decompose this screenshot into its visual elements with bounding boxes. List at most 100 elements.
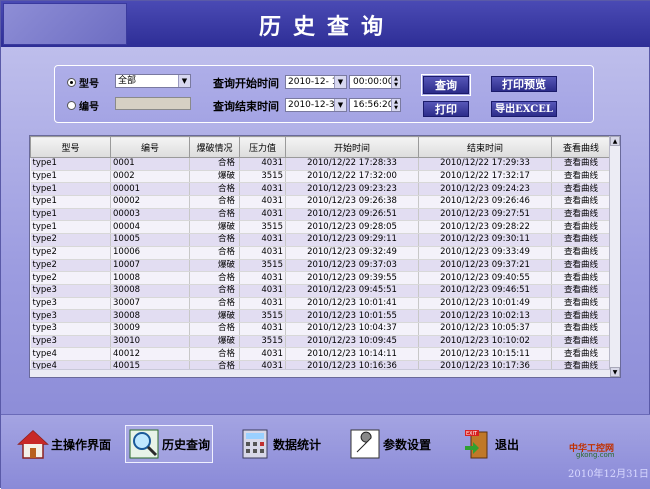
table-cell: 00003 xyxy=(110,208,190,222)
table-row[interactable]: type4 40012 合格 4031 2010/12/23 10:14:11 2010/… xyxy=(30,347,611,361)
start-time-spinner[interactable]: 00:00:00 ▲ ▼ xyxy=(349,75,401,89)
view-curve-link[interactable]: 查看曲线 xyxy=(551,182,611,197)
scroll-down-icon[interactable]: ▼ xyxy=(610,367,620,377)
view-curve-link[interactable]: 查看曲线 xyxy=(551,335,611,349)
view-curve-link[interactable]: 查看曲线 xyxy=(551,309,611,323)
table-cell: 4031 xyxy=(239,182,286,197)
table-row[interactable]: type2 10005 合格 4031 2010/12/23 09:29:11 2010/… xyxy=(30,233,611,247)
table-row[interactable]: type3 30009 合格 4031 2010/12/23 10:04:37 2010/… xyxy=(30,322,611,336)
column-header[interactable]: 型号 xyxy=(30,136,111,158)
nav-params[interactable]: 参数设置 xyxy=(349,428,431,460)
column-header[interactable]: 开始时间 xyxy=(285,136,419,158)
nav-home[interactable]: 主操作界面 xyxy=(17,428,111,460)
view-curve-link[interactable]: 查看曲线 xyxy=(551,322,611,336)
table-cell: 2010/12/23 10:01:49 xyxy=(418,297,552,311)
column-header[interactable]: 爆破情况 xyxy=(189,136,240,158)
view-curve-link[interactable]: 查看曲线 xyxy=(551,297,611,311)
view-curve-link[interactable]: 查看曲线 xyxy=(551,246,611,260)
radio-number-label: 编号 xyxy=(79,102,99,113)
table-row[interactable]: type1 00004 爆破 3515 2010/12/23 09:28:05 2010/… xyxy=(30,220,611,235)
table-cell: 0001 xyxy=(110,157,190,171)
column-header[interactable]: 压力值 xyxy=(239,136,286,158)
chevron-down-icon[interactable]: ▼ xyxy=(334,76,346,88)
radio-model[interactable]: 型号 xyxy=(67,75,99,90)
horizontal-scrollbar[interactable] xyxy=(30,369,610,377)
radio-number-dot[interactable] xyxy=(67,101,76,110)
view-curve-link[interactable]: 查看曲线 xyxy=(551,271,611,285)
start-date-picker[interactable]: 2010-12- 1 ▼ xyxy=(285,75,347,89)
table-cell: 40012 xyxy=(110,347,190,361)
model-select-value: 全部 xyxy=(118,76,137,86)
table-cell: 30008 xyxy=(110,309,190,323)
chevron-down-icon[interactable]: ▼ xyxy=(178,75,190,87)
data-grid: 型号 编号 爆破情况 压力值 开始时间 结束时间 查看曲线 type1 0001 合格 4031 2… xyxy=(30,136,611,374)
radio-number[interactable]: 编号 xyxy=(67,98,99,113)
table-cell: 3515 xyxy=(239,220,286,235)
model-select[interactable]: 全部 ▼ xyxy=(115,74,191,88)
exit-door-icon: EXIT xyxy=(465,430,488,459)
radio-model-dot[interactable] xyxy=(67,78,76,87)
table-cell: 00002 xyxy=(110,195,190,209)
table-cell: 3515 xyxy=(239,170,286,184)
view-curve-link[interactable]: 查看曲线 xyxy=(551,259,611,273)
table-cell: type1 xyxy=(30,157,111,171)
table-row[interactable]: type2 10007 爆破 3515 2010/12/23 09:37:03 2010/… xyxy=(30,259,611,273)
column-header[interactable]: 查看曲线 xyxy=(551,136,611,158)
table-cell: type3 xyxy=(30,309,111,323)
page-title: 历史查询 xyxy=(259,14,396,40)
chevron-down-icon[interactable]: ▼ xyxy=(334,99,346,111)
table-row[interactable]: type3 30010 爆破 3515 2010/12/23 10:09:45 2010/… xyxy=(30,335,611,349)
table-cell: type2 xyxy=(30,271,111,285)
table-cell: 爆破 xyxy=(189,220,240,235)
table-row[interactable]: type1 00003 合格 4031 2010/12/23 09:26:51 2010/… xyxy=(30,208,611,222)
view-curve-link[interactable]: 查看曲线 xyxy=(551,233,611,247)
table-cell: 2010/12/23 10:14:11 xyxy=(285,347,419,361)
column-header[interactable]: 编号 xyxy=(110,136,190,158)
table-row[interactable]: type2 10008 合格 4031 2010/12/23 09:39:55 2010/… xyxy=(30,271,611,285)
watermark-url: gkong.com xyxy=(576,451,615,459)
spinner-arrows-icon[interactable]: ▲ ▼ xyxy=(391,76,400,88)
vertical-scrollbar[interactable]: ▲ ▼ xyxy=(609,136,620,377)
magnifier-icon xyxy=(129,429,159,459)
table-header: 型号 编号 爆破情况 压力值 开始时间 结束时间 查看曲线 xyxy=(30,136,611,158)
nav-stats[interactable]: 数据统计 xyxy=(239,428,321,460)
table-row[interactable]: type2 10006 合格 4031 2010/12/23 09:32:49 2010/… xyxy=(30,246,611,260)
view-curve-link[interactable]: 查看曲线 xyxy=(551,220,611,235)
query-panel: 型号 编号 全部 ▼ 查询开始时间 查询结束时间 2010-12- 1 ▼ 00… xyxy=(54,65,594,123)
table-row[interactable]: type1 0002 爆破 3515 2010/12/22 17:32:00 2010/1… xyxy=(30,170,611,184)
print-preview-button[interactable]: 打印预览 xyxy=(491,76,557,92)
table-cell: 2010/12/23 09:28:05 xyxy=(285,220,419,235)
view-curve-link[interactable]: 查看曲线 xyxy=(551,208,611,222)
print-button[interactable]: 打印 xyxy=(423,101,469,117)
number-input[interactable] xyxy=(115,97,191,110)
table-row[interactable]: type3 30008 合格 4031 2010/12/23 09:45:51 2010/… xyxy=(30,284,611,298)
view-curve-link[interactable]: 查看曲线 xyxy=(551,157,611,171)
end-time-spinner[interactable]: 16:56:20 ▲ ▼ xyxy=(349,98,401,112)
table-cell: type3 xyxy=(30,335,111,349)
table-row[interactable]: type1 00001 合格 4031 2010/12/23 09:23:23 2010/… xyxy=(30,182,611,197)
end-date-picker[interactable]: 2010-12-31 ▼ xyxy=(285,98,347,112)
view-curve-link[interactable]: 查看曲线 xyxy=(551,170,611,184)
column-header[interactable]: 结束时间 xyxy=(418,136,552,158)
nav-history[interactable]: 历史查询 xyxy=(125,425,214,463)
view-curve-link[interactable]: 查看曲线 xyxy=(551,195,611,209)
spinner-arrows-icon[interactable]: ▲ ▼ xyxy=(391,99,400,111)
table-row[interactable]: type3 30008 爆破 3515 2010/12/23 10:01:55 2010/… xyxy=(30,309,611,323)
query-button[interactable]: 查询 xyxy=(421,74,471,96)
table-cell: type3 xyxy=(30,297,111,311)
table-cell: 2010/12/23 10:05:37 xyxy=(418,322,552,336)
nav-stats-label: 数据统计 xyxy=(273,437,322,452)
view-curve-link[interactable]: 查看曲线 xyxy=(551,284,611,298)
table-cell: 00001 xyxy=(110,182,190,197)
history-table: 型号 编号 爆破情况 压力值 开始时间 结束时间 查看曲线 type1 0001 合格 4031 2… xyxy=(29,135,621,378)
table-cell: type1 xyxy=(30,220,111,235)
table-cell: type2 xyxy=(30,233,111,247)
export-excel-button[interactable]: 导出EXCEL xyxy=(491,101,557,117)
nav-exit[interactable]: EXIT 退出 xyxy=(461,428,519,460)
table-row[interactable]: type1 0001 合格 4031 2010/12/22 17:28:33 2010/1… xyxy=(30,157,611,171)
table-row[interactable]: type3 30007 合格 4031 2010/12/23 10:01:41 2010/… xyxy=(30,297,611,311)
view-curve-link[interactable]: 查看曲线 xyxy=(551,347,611,361)
table-row[interactable]: type1 00002 合格 4031 2010/12/23 09:26:38 2010/… xyxy=(30,195,611,209)
scroll-up-icon[interactable]: ▲ xyxy=(610,136,620,146)
table-cell: 2010/12/22 17:28:33 xyxy=(285,157,419,171)
